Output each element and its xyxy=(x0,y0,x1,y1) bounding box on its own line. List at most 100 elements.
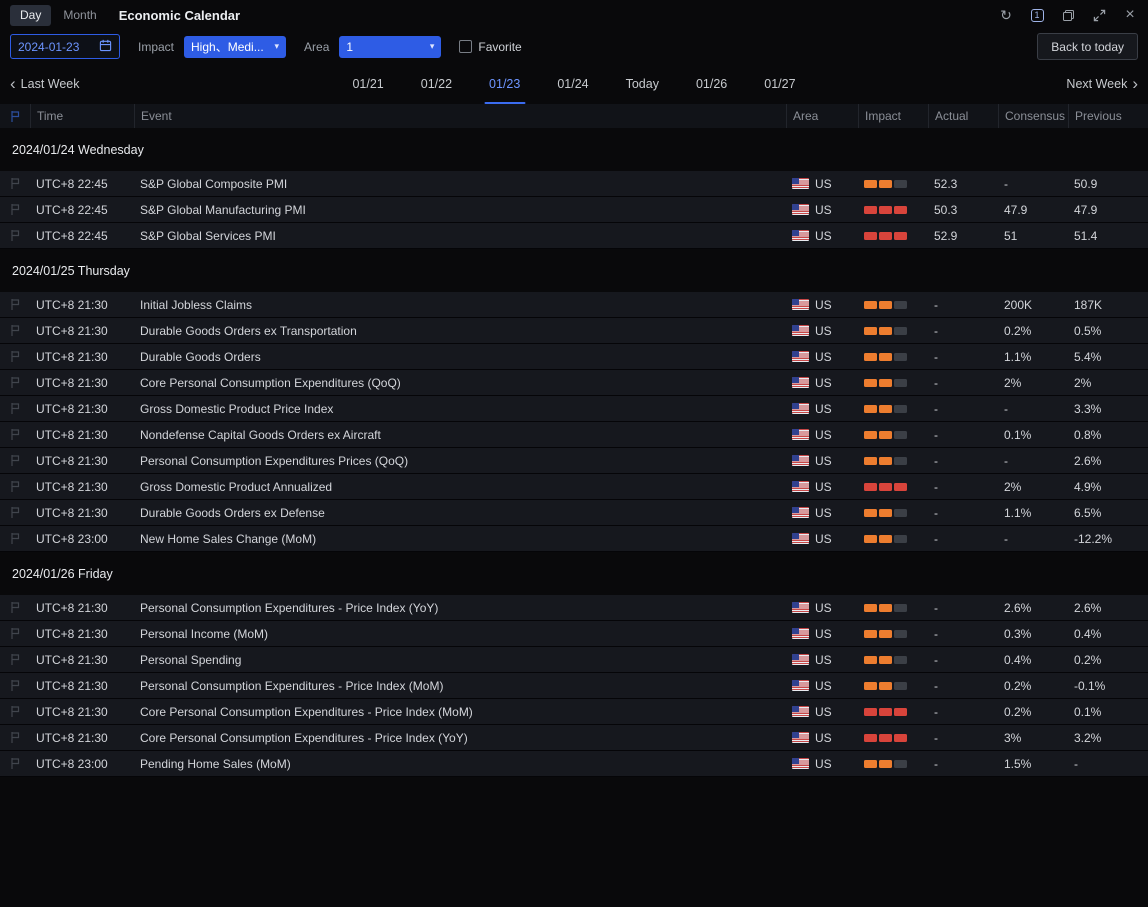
event-name: Gross Domestic Product Price Index xyxy=(134,396,786,421)
event-actual: - xyxy=(928,595,998,620)
impact-segment xyxy=(864,682,877,690)
event-row[interactable]: UTC+8 21:30 Gross Domestic Product Annua… xyxy=(0,474,1148,500)
impact-segment xyxy=(894,327,907,335)
event-row[interactable]: UTC+8 22:45 S&P Global Services PMI US 5… xyxy=(0,223,1148,249)
event-actual: - xyxy=(928,292,998,317)
impact-segment xyxy=(864,457,877,465)
event-consensus: 0.4% xyxy=(998,647,1068,672)
favorite-checkbox[interactable] xyxy=(459,40,472,53)
event-consensus: 1.1% xyxy=(998,500,1068,525)
column-header-event: Event xyxy=(134,104,786,128)
impact-indicator xyxy=(858,292,928,317)
bookmark-icon[interactable] xyxy=(9,402,21,415)
event-row[interactable]: UTC+8 21:30 Nondefense Capital Goods Ord… xyxy=(0,422,1148,448)
event-row[interactable]: UTC+8 21:30 Personal Consumption Expendi… xyxy=(0,448,1148,474)
next-week-button[interactable]: Next Week › xyxy=(1066,75,1138,92)
event-actual: - xyxy=(928,344,998,369)
event-row[interactable]: UTC+8 21:30 Personal Consumption Expendi… xyxy=(0,673,1148,699)
us-flag-icon xyxy=(792,758,809,769)
event-row[interactable]: UTC+8 21:30 Durable Goods Orders ex Defe… xyxy=(0,500,1148,526)
bookmark-icon[interactable] xyxy=(9,350,21,363)
event-row[interactable]: UTC+8 21:30 Durable Goods Orders ex Tran… xyxy=(0,318,1148,344)
event-row[interactable]: UTC+8 21:30 Durable Goods Orders US - 1.… xyxy=(0,344,1148,370)
column-header-consensus: Consensus xyxy=(998,104,1068,128)
event-actual: - xyxy=(928,673,998,698)
area-label-text: US xyxy=(815,298,832,312)
bookmark-icon[interactable] xyxy=(9,705,21,718)
bookmark-icon[interactable] xyxy=(9,480,21,493)
event-row[interactable]: UTC+8 21:30 Core Personal Consumption Ex… xyxy=(0,699,1148,725)
week-day-01-23[interactable]: 01/23 xyxy=(483,63,526,104)
area-label-text: US xyxy=(815,376,832,390)
refresh-icon[interactable]: ↻ xyxy=(998,7,1014,23)
tab-month[interactable]: Month xyxy=(53,5,106,26)
area-select[interactable]: 1 ▾ xyxy=(339,36,441,58)
bookmark-icon[interactable] xyxy=(9,601,21,614)
favorite-filter[interactable]: Favorite xyxy=(459,40,521,54)
last-week-button[interactable]: ‹ Last Week xyxy=(10,75,80,92)
bookmark-icon[interactable] xyxy=(9,298,21,311)
bookmark-icon[interactable] xyxy=(9,454,21,467)
group-date: 2024/01/25 Thursday xyxy=(12,264,130,278)
event-consensus: 0.1% xyxy=(998,422,1068,447)
bookmark-icon[interactable] xyxy=(9,532,21,545)
event-area: US xyxy=(786,751,858,776)
impact-segment xyxy=(894,180,907,188)
bookmark-icon[interactable] xyxy=(9,679,21,692)
date-picker[interactable]: 2024-01-23 xyxy=(10,34,120,59)
week-day-01-21[interactable]: 01/21 xyxy=(346,63,389,104)
bookmark-icon[interactable] xyxy=(9,428,21,441)
event-actual: - xyxy=(928,725,998,750)
event-row[interactable]: UTC+8 21:30 Personal Income (MoM) US - 0… xyxy=(0,621,1148,647)
bookmark-icon[interactable] xyxy=(9,627,21,640)
area-label-text: US xyxy=(815,532,832,546)
event-time: UTC+8 23:00 xyxy=(30,526,134,551)
event-time: UTC+8 22:45 xyxy=(30,223,134,248)
date-group-header: 2024/01/25 Thursday xyxy=(0,249,1148,292)
event-row[interactable]: UTC+8 22:45 S&P Global Manufacturing PMI… xyxy=(0,197,1148,223)
bookmark-icon[interactable] xyxy=(9,324,21,337)
bookmark-icon[interactable] xyxy=(9,731,21,744)
event-row[interactable]: UTC+8 21:30 Personal Spending US - 0.4% … xyxy=(0,647,1148,673)
event-row[interactable]: UTC+8 21:30 Personal Consumption Expendi… xyxy=(0,595,1148,621)
event-consensus: 2% xyxy=(998,370,1068,395)
tab-day[interactable]: Day xyxy=(10,5,51,26)
event-row[interactable]: UTC+8 21:30 Core Personal Consumption Ex… xyxy=(0,725,1148,751)
bookmark-icon[interactable] xyxy=(9,376,21,389)
expand-icon[interactable] xyxy=(1091,7,1107,23)
bookmark-cell xyxy=(0,171,30,196)
event-row[interactable]: UTC+8 22:45 S&P Global Composite PMI US … xyxy=(0,171,1148,197)
bookmark-icon[interactable] xyxy=(9,203,21,216)
event-row[interactable]: UTC+8 21:30 Core Personal Consumption Ex… xyxy=(0,370,1148,396)
impact-segment xyxy=(894,379,907,387)
event-row[interactable]: UTC+8 23:00 Pending Home Sales (MoM) US … xyxy=(0,751,1148,777)
event-row[interactable]: UTC+8 21:30 Initial Jobless Claims US - … xyxy=(0,292,1148,318)
week-day-01-27[interactable]: 01/27 xyxy=(758,63,801,104)
event-area: US xyxy=(786,526,858,551)
bookmark-icon[interactable] xyxy=(9,229,21,242)
close-icon[interactable]: × xyxy=(1122,7,1138,23)
event-row[interactable]: UTC+8 21:30 Gross Domestic Product Price… xyxy=(0,396,1148,422)
chevron-down-icon: ▾ xyxy=(430,41,435,52)
week-day-01-22[interactable]: 01/22 xyxy=(415,63,458,104)
impact-select[interactable]: High、Medi... ▾ xyxy=(184,36,286,58)
week-day-01-24[interactable]: 01/24 xyxy=(551,63,594,104)
event-actual: - xyxy=(928,318,998,343)
bookmark-icon[interactable] xyxy=(9,177,21,190)
bookmark-icon[interactable] xyxy=(9,757,21,770)
event-time: UTC+8 21:30 xyxy=(30,595,134,620)
bookmark-cell xyxy=(0,396,30,421)
event-time: UTC+8 21:30 xyxy=(30,292,134,317)
event-actual: - xyxy=(928,370,998,395)
event-row[interactable]: UTC+8 23:00 New Home Sales Change (MoM) … xyxy=(0,526,1148,552)
week-day-01-26[interactable]: 01/26 xyxy=(690,63,733,104)
bookmark-icon[interactable] xyxy=(9,653,21,666)
restore-window-icon[interactable] xyxy=(1060,7,1076,23)
event-time: UTC+8 22:45 xyxy=(30,171,134,196)
area-label-text: US xyxy=(815,350,832,364)
back-to-today-button[interactable]: Back to today xyxy=(1037,33,1138,60)
week-day-today[interactable]: Today xyxy=(620,63,665,104)
bookmark-icon[interactable] xyxy=(9,506,21,519)
layout-count-icon[interactable]: 1 xyxy=(1029,7,1045,23)
impact-segment xyxy=(879,483,892,491)
